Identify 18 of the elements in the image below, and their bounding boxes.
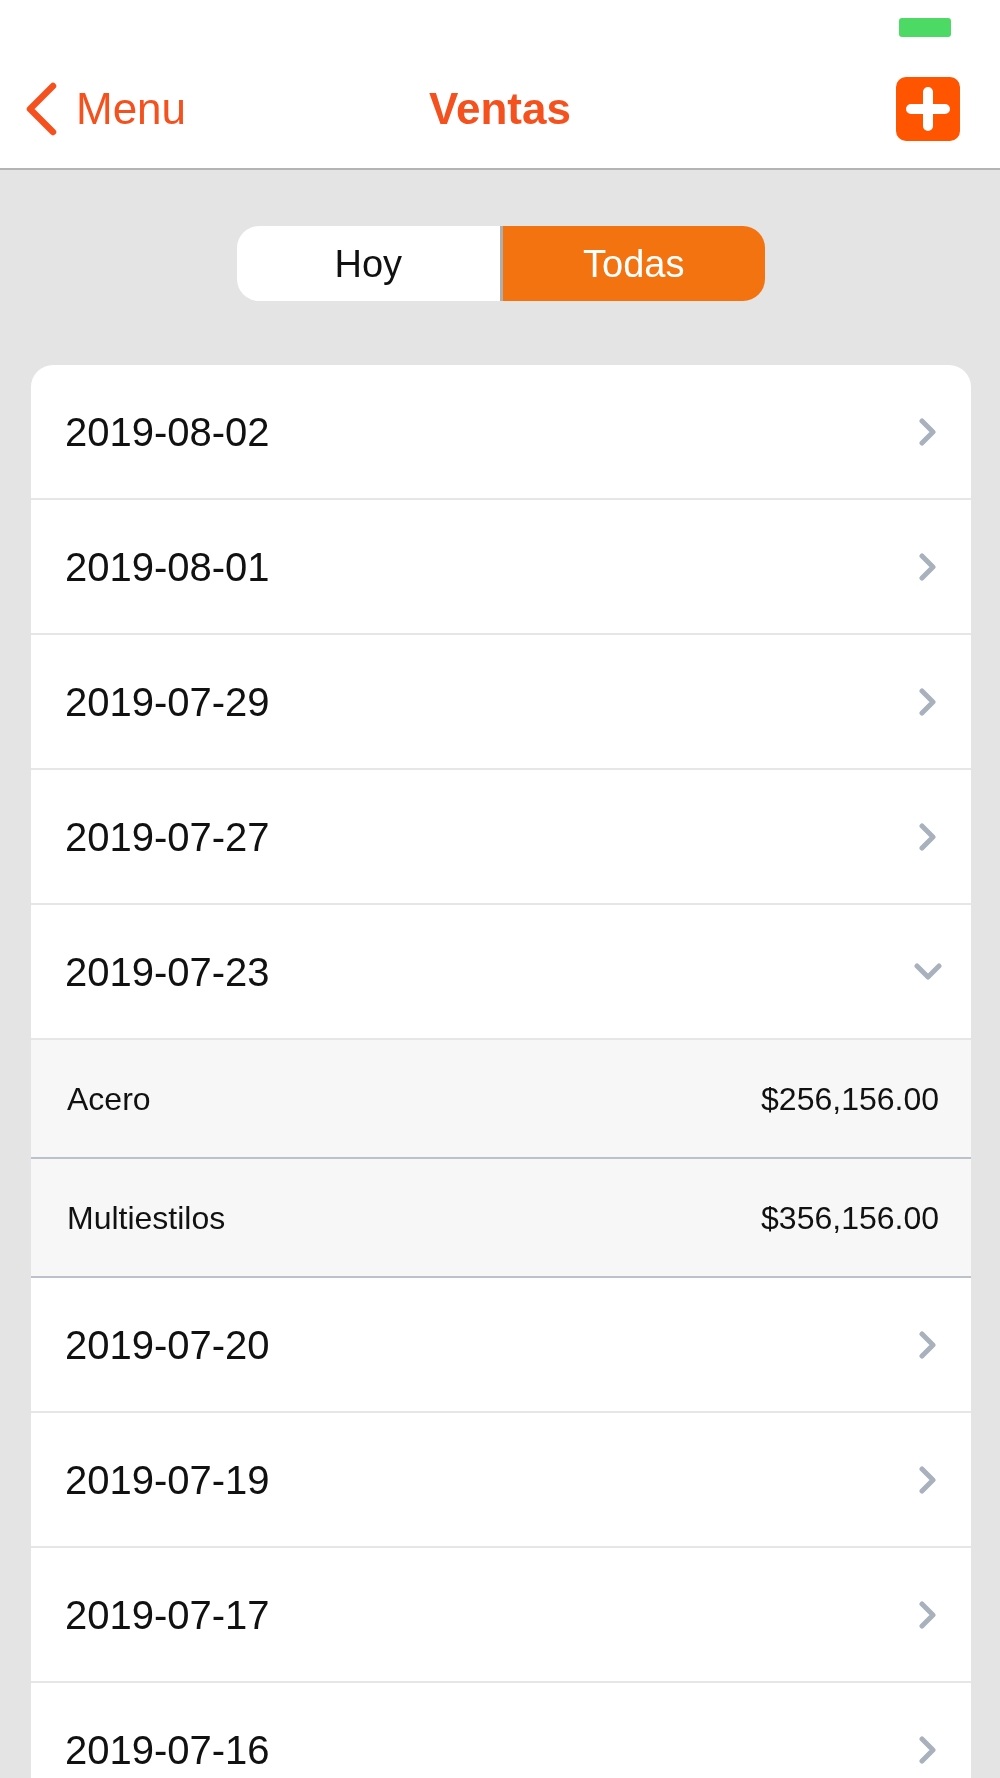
battery-icon (899, 18, 951, 37)
sale-amount: $356,156.00 (761, 1201, 939, 1234)
date-row[interactable]: 2019-07-17 (31, 1548, 971, 1683)
date-row[interactable]: 2019-07-20 (31, 1278, 971, 1413)
date-row[interactable]: 2019-08-01 (31, 500, 971, 635)
date-row[interactable]: 2019-07-19 (31, 1413, 971, 1548)
date-row[interactable]: 2019-07-27 (31, 770, 971, 905)
store-name: Multiestilos (67, 1201, 226, 1234)
chevron-left-icon (24, 82, 58, 136)
date-row[interactable]: 2019-07-29 (31, 635, 971, 770)
segment-tab[interactable]: Hoy (237, 226, 500, 301)
plus-icon (906, 87, 950, 131)
date-row[interactable]: 2019-07-16 (31, 1683, 971, 1778)
screen-title: Ventas (429, 87, 571, 131)
store-name: Acero (67, 1082, 151, 1115)
add-button[interactable] (896, 77, 960, 141)
date-row[interactable]: 2019-08-02 (31, 365, 971, 500)
sale-amount: $256,156.00 (761, 1082, 939, 1115)
